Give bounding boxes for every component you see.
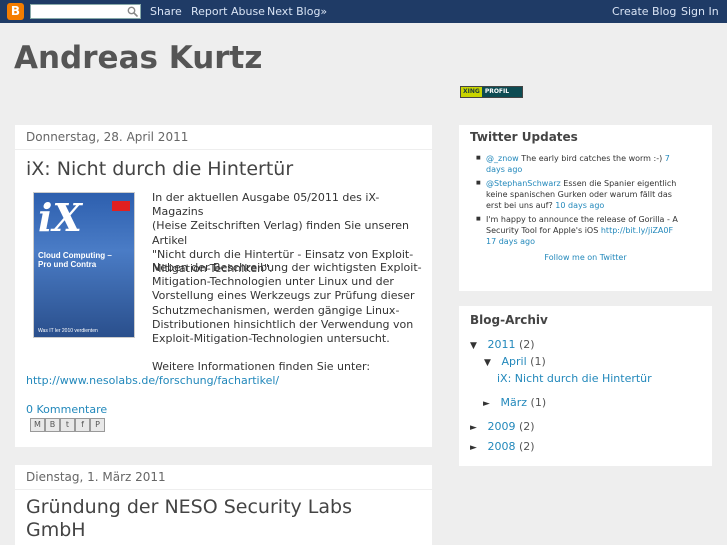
post-date: Dienstag, 1. März 2011 <box>15 465 432 490</box>
text-line: Schutzmechanismen, werden gängige Linux- <box>152 303 400 317</box>
archive-count: (2) <box>519 338 535 351</box>
archive-post-link[interactable]: iX: Nicht durch die Hintertür <box>497 372 652 385</box>
archive-count: (2) <box>519 440 535 453</box>
blogger-navbar: B Share Report Abuse Next Blog» Create B… <box>0 0 727 23</box>
archive-year-2008: ► 2008 (2) <box>470 440 535 453</box>
blog-title[interactable]: Andreas Kurtz <box>14 40 262 76</box>
archive-post-entry: iX: Nicht durch die Hintertür <box>497 372 652 385</box>
post-body: iX Cloud Computing – Pro und Contra Was … <box>15 191 432 431</box>
post-paragraph-3: Weitere Informationen finden Sie unter: <box>152 360 371 373</box>
tweet-item: @_znow The early bird catches the worm :… <box>476 153 699 175</box>
archive-month-link[interactable]: März <box>501 396 528 409</box>
share-link[interactable]: Share <box>150 5 182 18</box>
tweet-age-link[interactable]: 17 days ago <box>486 237 535 246</box>
report-abuse-link[interactable]: Report Abuse <box>191 5 265 18</box>
ix-magazine-cover-image[interactable]: iX Cloud Computing – Pro und Contra Was … <box>33 192 135 338</box>
tweet-item: @StephanSchwarz Essen die Spanier eigent… <box>476 178 699 211</box>
archive-heading: Blog-Archiv <box>470 313 548 327</box>
archive-year-link[interactable]: 2008 <box>488 440 516 453</box>
follow-on-twitter-link[interactable]: Follow me on Twitter <box>459 253 712 262</box>
post-title[interactable]: Gründung der NESO Security Labs GmbH <box>15 496 432 542</box>
archive-count: (1) <box>530 355 546 368</box>
archive-year-link[interactable]: 2009 <box>488 420 516 433</box>
tweet-text: Essen die Spanier eigentlich <box>563 179 677 188</box>
tweet-age-link[interactable]: 7 <box>665 154 670 163</box>
twitter-widget: Twitter Updates @_znow The early bird ca… <box>459 125 712 291</box>
search-input[interactable] <box>30 4 141 19</box>
xing-logo-text: XING <box>461 87 482 97</box>
blog-post: Donnerstag, 28. April 2011 iX: Nicht dur… <box>15 125 432 447</box>
fachartikel-link[interactable]: http://www.nesolabs.de/forschung/fachart… <box>26 374 279 388</box>
share-buttons: M B t f P <box>30 418 105 432</box>
blog-archive-widget: Blog-Archiv ▼ 2011 (2) ▼ April (1) iX: N… <box>459 306 712 466</box>
tweet-url-link[interactable]: http://bit.ly/jiZA0F <box>601 226 673 235</box>
text-line: "Nicht durch die Hintertür - Einsatz von… <box>152 247 414 261</box>
archive-month-link[interactable]: April <box>502 355 527 368</box>
email-share-icon[interactable]: M <box>30 418 45 432</box>
post-title[interactable]: iX: Nicht durch die Hintertür <box>15 158 432 181</box>
expand-arrow-icon[interactable]: ► <box>483 399 497 409</box>
text-line: (Heise Zeitschriften Verlag) finden Sie … <box>152 219 410 247</box>
tweet-text: The early bird catches the worm :-) <box>521 154 663 163</box>
post-paragraph-2: Neben der Beschreibung der wichtigsten E… <box>152 261 428 346</box>
tweet-age-link[interactable]: 10 days ago <box>555 201 604 210</box>
xing-profile-badge[interactable]: XING PROFIL <box>460 86 523 98</box>
twitter-share-icon[interactable]: t <box>60 418 75 432</box>
archive-count: (1) <box>530 396 547 409</box>
archive-year-link[interactable]: 2011 <box>488 338 516 351</box>
tweet-text: erst bei uns auf? <box>486 201 553 210</box>
cover-price-badge <box>112 201 130 211</box>
tweet-text: Security Tool for Apple's iOS <box>486 226 599 235</box>
expand-arrow-icon[interactable]: ► <box>470 443 484 453</box>
buzz-share-icon[interactable]: P <box>90 418 105 432</box>
expand-arrow-icon[interactable]: ► <box>470 423 484 433</box>
text-line: In der aktuellen Ausgabe 05/2011 des iX-… <box>152 191 380 219</box>
tweet-item: I'm happy to announce the release of Gor… <box>476 214 699 247</box>
text-line: Mitigation-Technologien unter Linux und … <box>152 275 394 289</box>
cover-footer: Was IT ler 2010 verdienten <box>38 328 98 334</box>
post-date: Donnerstag, 28. April 2011 <box>15 125 432 150</box>
facebook-share-icon[interactable]: f <box>75 418 90 432</box>
tweet-list: @_znow The early bird catches the worm :… <box>459 153 712 247</box>
tweet-text: keine spanischen Gurken oder warum fällt… <box>486 190 672 199</box>
tweet-user-link[interactable]: @StephanSchwarz <box>486 179 561 188</box>
cover-headline: Cloud Computing – Pro und Contra <box>38 251 112 269</box>
blog-post: Dienstag, 1. März 2011 Gründung der NESO… <box>15 465 432 545</box>
text-line: Exploit-Mitigation-Technologien untersuc… <box>152 332 390 346</box>
collapse-arrow-icon[interactable]: ▼ <box>484 358 498 368</box>
tweet-text: I'm happy to announce the release of Gor… <box>486 215 678 224</box>
tweet-user-link[interactable]: @_znow <box>486 154 519 163</box>
blogger-logo-icon[interactable]: B <box>7 3 24 20</box>
blogthis-share-icon[interactable]: B <box>45 418 60 432</box>
text-line: Neben der Beschreibung der wichtigsten E… <box>152 261 422 274</box>
xing-profil-text: PROFIL <box>481 87 522 97</box>
text-line: Distributionen hinsichtlich der Verwendu… <box>152 317 414 331</box>
post-title-line: GmbH <box>26 519 86 541</box>
cover-headline-text: Cloud Computing – Pro und Contra <box>38 251 112 269</box>
sign-in-link[interactable]: Sign In <box>681 5 719 18</box>
next-blog-link[interactable]: Next Blog» <box>267 5 327 18</box>
archive-month-april: ▼ April (1) <box>484 355 546 368</box>
comments-link[interactable]: 0 Kommentare <box>26 403 107 416</box>
archive-month-maerz: ► März (1) <box>483 396 546 409</box>
collapse-arrow-icon[interactable]: ▼ <box>470 341 484 351</box>
post-title-line: Gründung der NESO Security Labs <box>26 496 352 518</box>
tweet-age-link[interactable]: days ago <box>486 165 522 174</box>
archive-year-2009: ► 2009 (2) <box>470 420 535 433</box>
ix-logo: iX <box>38 195 82 240</box>
text-line: Vorstellung eines Werkzeugs zur Prüfung … <box>152 289 415 303</box>
create-blog-link[interactable]: Create Blog <box>612 5 676 18</box>
twitter-heading: Twitter Updates <box>470 130 578 144</box>
archive-count: (2) <box>519 420 535 433</box>
archive-year-2011: ▼ 2011 (2) <box>470 338 535 351</box>
search-icon[interactable] <box>127 6 138 17</box>
